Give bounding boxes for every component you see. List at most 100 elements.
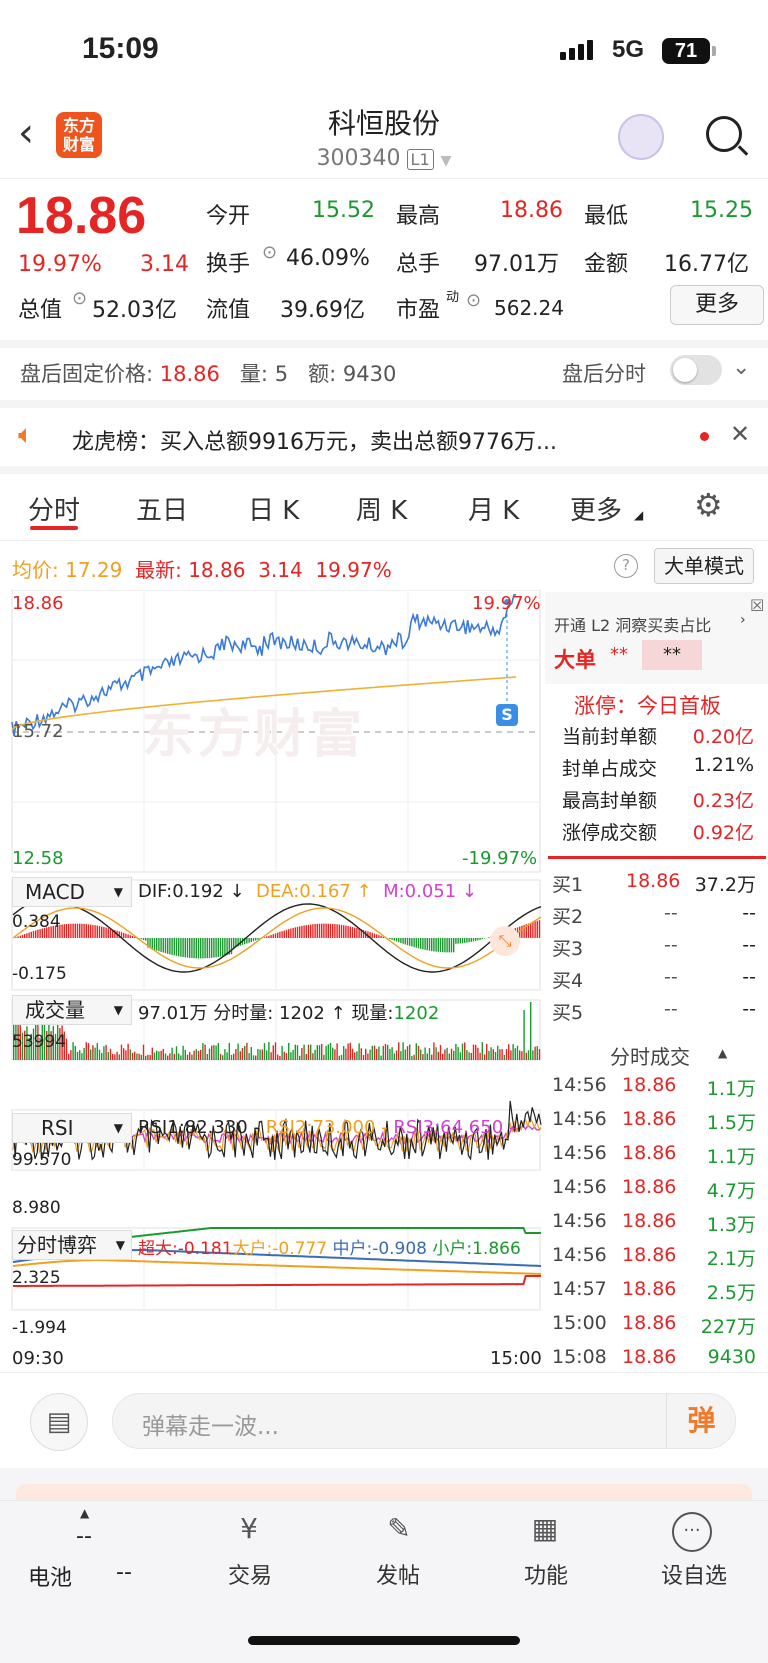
high-value: 18.86 xyxy=(500,198,563,223)
tick-volume: 1.5万 xyxy=(706,1112,756,1134)
more-dots-icon[interactable]: ··· xyxy=(672,1512,712,1552)
home-indicator xyxy=(248,1636,520,1645)
news-ticker[interactable]: 龙虎榜：买入总额9916万元，卖出总额9776万... xyxy=(72,424,557,456)
bid-price: 18.86 xyxy=(626,870,681,892)
avg-row: 均价: 17.29 最新: 18.86 3.14 19.97% xyxy=(12,558,392,582)
tick-time: 15:00 xyxy=(552,1312,607,1334)
limit-stat-label: 封单占成交 xyxy=(562,758,658,780)
rsi-selector[interactable]: RSI ▼ xyxy=(12,1113,132,1143)
settings-gear-icon[interactable]: ⚙ xyxy=(694,486,723,524)
tab-5day[interactable]: 五日 xyxy=(136,490,188,527)
tick-volume: 1.1万 xyxy=(706,1146,756,1168)
tick-time: 14:56 xyxy=(552,1108,607,1130)
speaker-icon: 🔈︎ xyxy=(18,420,34,450)
float-value: 39.69亿 xyxy=(280,298,365,323)
tick-volume: 2.1万 xyxy=(706,1248,756,1270)
limit-stat-value: 1.21% xyxy=(693,754,754,776)
watermark: 东方财富 xyxy=(142,705,367,765)
change-pct: 19.97% xyxy=(18,252,102,277)
help-icon[interactable]: ? xyxy=(614,554,638,578)
edit-icon[interactable]: ✎ xyxy=(376,1512,422,1552)
bid-label: 买3 xyxy=(552,938,584,960)
tab-more[interactable]: 更多 xyxy=(570,490,622,527)
tick-volume: 227万 xyxy=(700,1316,756,1338)
mktcap-value: 52.03亿 xyxy=(92,298,177,323)
nav-post[interactable]: 发帖 xyxy=(348,1558,448,1590)
limit-stat-label: 最高封单额 xyxy=(562,790,658,812)
tick-price: 18.86 xyxy=(622,1108,677,1130)
search-icon[interactable] xyxy=(706,116,742,152)
bid-label: 买1 xyxy=(552,874,584,896)
tick-volume: 1.3万 xyxy=(706,1214,756,1236)
bid-volume: -- xyxy=(742,934,756,956)
assistant-avatar[interactable] xyxy=(618,114,664,160)
status-time: 15:09 xyxy=(82,32,159,65)
network-label: 5G xyxy=(612,36,645,63)
tick-price: 18.86 xyxy=(622,1278,677,1300)
tick-price: 18.86 xyxy=(622,1244,677,1266)
tick-price: 18.86 xyxy=(622,1346,677,1368)
nav-trade[interactable]: 交易 xyxy=(200,1558,300,1590)
bid-price: -- xyxy=(664,934,678,956)
tab-intraday[interactable]: 分时 xyxy=(28,490,80,527)
limit-stat-label: 涨停成交额 xyxy=(562,822,658,844)
tick-time: 14:56 xyxy=(552,1210,607,1232)
bid-label: 买2 xyxy=(552,906,584,928)
tick-time: 14:57 xyxy=(552,1278,607,1300)
tick-time: 14:56 xyxy=(552,1074,607,1096)
tick-price: 18.86 xyxy=(622,1142,677,1164)
sell-marker[interactable]: S xyxy=(496,704,518,726)
bid-label: 买4 xyxy=(552,970,584,992)
tick-price: 18.86 xyxy=(622,1312,677,1334)
close-icon[interactable]: ✕ xyxy=(730,420,750,448)
tick-time: 15:08 xyxy=(552,1346,607,1368)
nav-functions[interactable]: 功能 xyxy=(496,1558,596,1590)
macd-selector[interactable]: MACD ▼ xyxy=(12,877,132,907)
grid-icon[interactable]: ▦ xyxy=(522,1512,568,1552)
battery-label[interactable]: 电池 xyxy=(28,1560,72,1592)
big-order-mode-button[interactable]: 大单模式 xyxy=(654,548,754,584)
tick-volume: 2.5万 xyxy=(706,1282,756,1304)
low-value: 15.25 xyxy=(690,198,753,223)
expand-icon[interactable]: ⤡ xyxy=(490,926,520,956)
close-icon[interactable]: ☒ xyxy=(750,596,764,615)
tick-volume: 9430 xyxy=(707,1346,756,1368)
danmaku-settings-icon[interactable]: ▤ xyxy=(30,1393,88,1451)
nav-add-watchlist[interactable]: 设自选 xyxy=(644,1558,744,1590)
tick-price: 18.86 xyxy=(622,1210,677,1232)
more-button[interactable]: 更多 xyxy=(670,285,764,325)
tab-day-k[interactable]: 日 K xyxy=(248,490,299,527)
tick-volume: 4.7万 xyxy=(706,1180,756,1202)
amount-value: 16.77亿 xyxy=(664,252,749,277)
info-icon[interactable]: ⊙ xyxy=(262,242,277,263)
battery-icon: 71 xyxy=(662,38,710,64)
limit-stat-value: 0.23亿 xyxy=(692,790,754,812)
limit-stat-value: 0.92亿 xyxy=(692,822,754,844)
game-selector[interactable]: 分时博弈 ▼ xyxy=(12,1230,132,1260)
trade-icon[interactable]: ¥ xyxy=(226,1512,272,1552)
pe-value: 562.24 xyxy=(494,296,564,320)
bid-price: -- xyxy=(664,966,678,988)
open-value: 15.52 xyxy=(312,198,375,223)
bid-volume: -- xyxy=(742,998,756,1020)
tab-month-k[interactable]: 月 K xyxy=(468,490,519,527)
danmaku-send-button[interactable]: 弹 xyxy=(666,1393,736,1449)
limit-up-title: 涨停：今日首板 xyxy=(574,694,721,718)
limit-stat-value: 0.20亿 xyxy=(692,726,754,748)
ticks-title[interactable]: 分时成交 xyxy=(610,1041,690,1070)
limit-stat-label: 当前封单额 xyxy=(562,726,658,748)
post-market-toggle[interactable] xyxy=(670,355,722,385)
chevron-down-icon[interactable]: ⌄ xyxy=(732,355,750,380)
turnover-value: 46.09% xyxy=(286,246,370,271)
tab-week-k[interactable]: 周 K xyxy=(356,490,407,527)
info-icon[interactable]: ⊙ xyxy=(466,290,481,311)
tick-time: 14:56 xyxy=(552,1176,607,1198)
tick-time: 14:56 xyxy=(552,1142,607,1164)
volume-value: 97.01万 xyxy=(474,252,559,277)
bid-price: -- xyxy=(664,902,678,924)
signal-icon xyxy=(560,40,596,60)
bid-volume: -- xyxy=(742,966,756,988)
tick-price: 18.86 xyxy=(622,1176,677,1198)
volume-selector[interactable]: 成交量 ▼ xyxy=(12,995,132,1025)
info-icon[interactable]: ⊙ xyxy=(72,288,87,309)
